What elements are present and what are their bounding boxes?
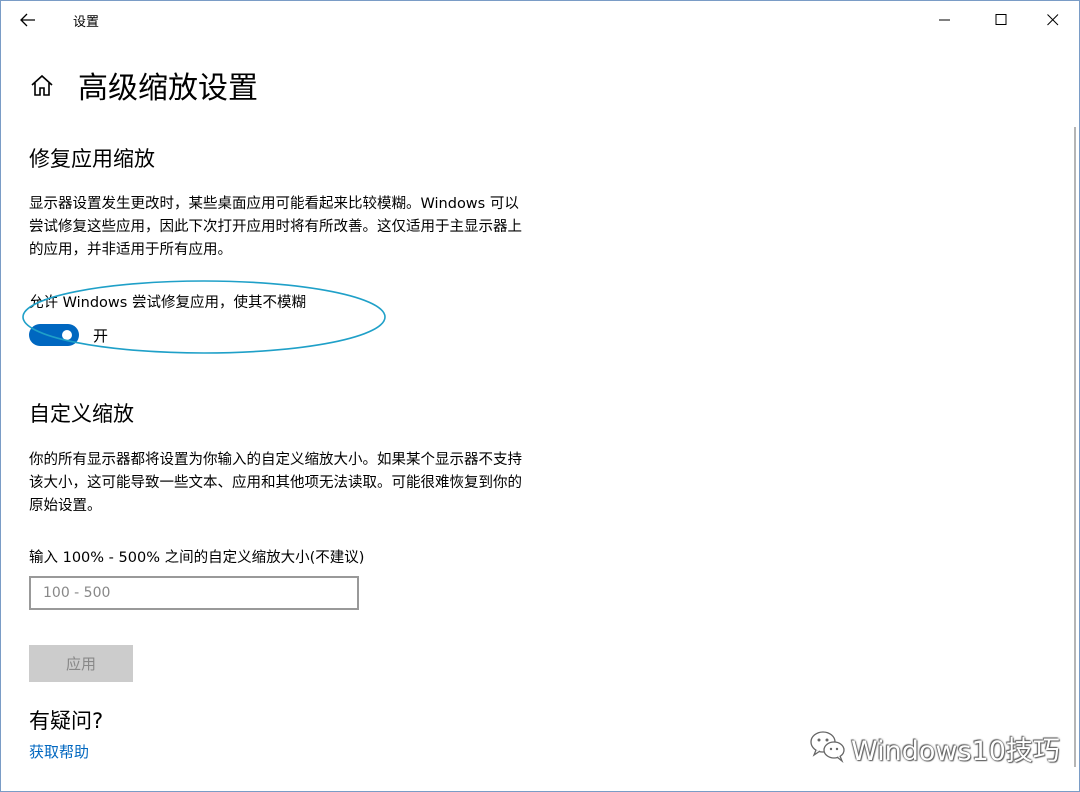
- fix-apps-description: 显示器设置发生更改时，某些桌面应用可能看起来比较模糊。Windows 可以尝试修…: [29, 196, 522, 258]
- maximize-icon: [995, 14, 1007, 25]
- scale-input-label: 输入 100% - 500% 之间的自定义缩放大小(不建议): [29, 550, 365, 566]
- close-button[interactable]: [1029, 1, 1077, 39]
- settings-window: 设置 高级缩放设置 修复应用缩放 显示器设置发生更改时，某些桌面应用可能看起来比…: [0, 0, 1080, 792]
- minimize-button[interactable]: [921, 1, 969, 39]
- minimize-icon: [939, 19, 950, 21]
- title-bar: 设置: [1, 1, 1079, 39]
- fix-apps-toggle[interactable]: [29, 324, 79, 346]
- back-arrow-icon: [20, 13, 35, 27]
- toggle-knob: [62, 330, 72, 340]
- apply-button[interactable]: 应用: [29, 645, 133, 682]
- toggle-state-label: 开: [93, 327, 109, 345]
- wechat-icon: [810, 731, 845, 763]
- home-icon: [31, 74, 53, 96]
- custom-scaling-description: 你的所有显示器都将设置为你输入的自定义缩放大小。如果某个显示器不支持该大小，这可…: [29, 452, 522, 514]
- home-button[interactable]: [29, 73, 55, 99]
- close-icon: [1047, 14, 1059, 26]
- scrollbar[interactable]: [1074, 127, 1076, 767]
- help-heading: 有疑问?: [29, 709, 104, 733]
- fix-apps-heading: 修复应用缩放: [29, 147, 155, 171]
- window-title: 设置: [73, 15, 100, 30]
- custom-scale-input[interactable]: [29, 576, 359, 610]
- maximize-button[interactable]: [977, 1, 1025, 39]
- custom-scaling-heading: 自定义缩放: [29, 402, 134, 426]
- get-help-link[interactable]: 获取帮助: [29, 741, 89, 762]
- fix-apps-toggle-label: 允许 Windows 尝试修复应用，使其不模糊: [29, 295, 306, 311]
- back-button[interactable]: [13, 6, 43, 34]
- watermark-text: Windows10技巧: [851, 736, 1060, 767]
- page-title: 高级缩放设置: [78, 71, 258, 106]
- highlight-ellipse: [22, 280, 386, 354]
